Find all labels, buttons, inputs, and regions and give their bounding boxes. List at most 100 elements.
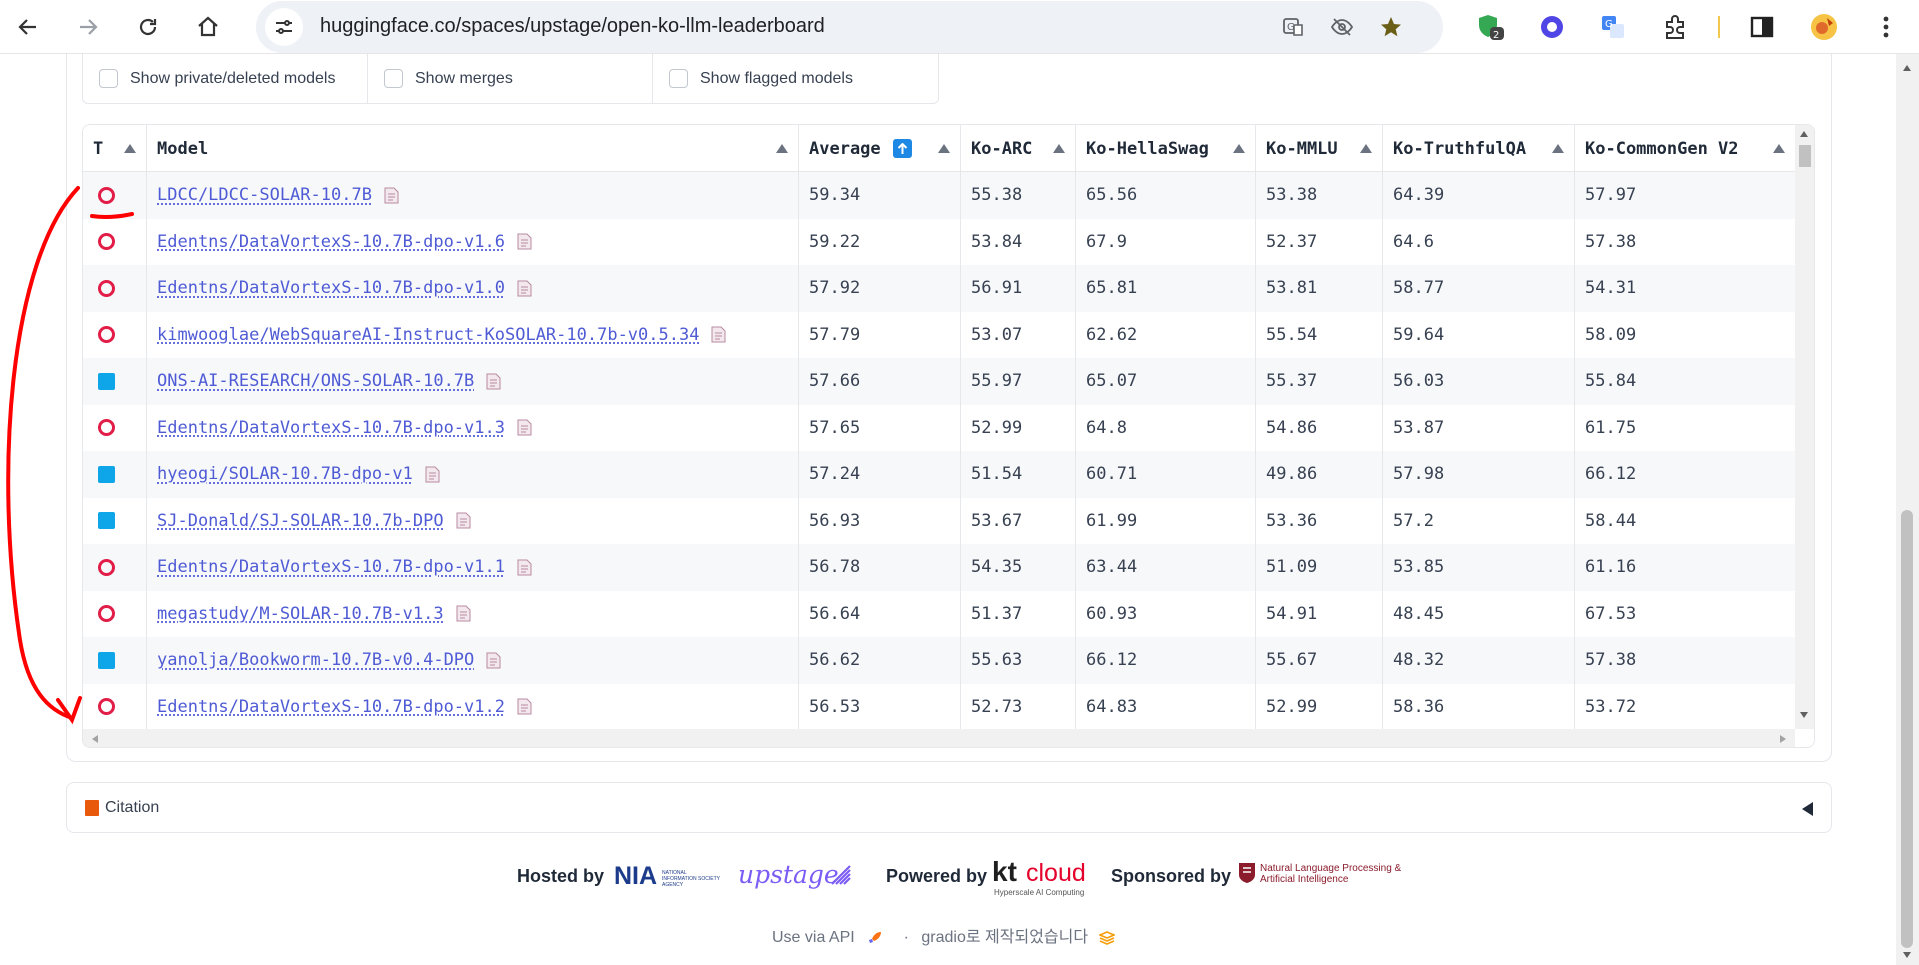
column-header-ko-commongen[interactable]: Ko-CommonGen V2 xyxy=(1575,125,1795,172)
cell-arc: 53.07 xyxy=(961,311,1076,358)
sort-arrow-icon[interactable] xyxy=(1552,144,1564,153)
model-details-icon[interactable] xyxy=(456,605,471,622)
cell-hellaswag: 61.99 xyxy=(1076,497,1256,544)
profile-avatar[interactable] xyxy=(1809,12,1839,42)
filter-label: Show flagged models xyxy=(700,69,853,87)
model-link[interactable]: SJ-Donald/SJ-SOLAR-10.7b-DPO xyxy=(157,511,444,531)
sorted-ascending-icon[interactable] xyxy=(892,139,912,158)
more-menu-icon[interactable] xyxy=(1871,12,1901,42)
sort-arrow-icon[interactable] xyxy=(124,144,136,153)
reload-button[interactable] xyxy=(130,9,166,45)
model-details-icon[interactable] xyxy=(517,419,532,436)
cell-commongen: 57.38 xyxy=(1585,650,1637,671)
model-link[interactable]: kimwooglae/WebSquareAI-Instruct-KoSOLAR-… xyxy=(157,325,699,345)
collapse-toggle-icon[interactable] xyxy=(1802,802,1813,816)
scroll-down-arrow-icon[interactable] xyxy=(1903,952,1911,958)
address-bar[interactable]: huggingface.co/spaces/upstage/open-ko-ll… xyxy=(256,1,1443,53)
model-details-icon[interactable] xyxy=(517,698,532,715)
back-button[interactable] xyxy=(10,9,46,45)
column-header-type[interactable]: T xyxy=(83,125,147,172)
model-details-icon[interactable] xyxy=(486,652,501,669)
model-link[interactable]: hyeogi/SOLAR-10.7B-dpo-v1 xyxy=(157,464,413,484)
upstage-logo: upstage xyxy=(738,860,839,889)
cell-model: Edentns/DataVortexS-10.7B-dpo-v1.2 xyxy=(147,683,799,730)
table-horizontal-scrollbar[interactable] xyxy=(83,729,1795,747)
column-header-ko-truthfulqa[interactable]: Ko-TruthfulQA xyxy=(1383,125,1575,172)
star-bookmark-icon[interactable] xyxy=(1378,14,1404,40)
scroll-right-arrow-icon[interactable] xyxy=(1780,735,1786,743)
cell-type xyxy=(83,172,147,219)
svg-text:2: 2 xyxy=(1493,30,1499,41)
cell-truthfulqa: 58.36 xyxy=(1383,683,1575,730)
table-scroll-thumb[interactable] xyxy=(1799,145,1811,167)
model-details-icon[interactable] xyxy=(517,280,532,297)
side-panel-icon[interactable] xyxy=(1747,12,1777,42)
forward-button[interactable] xyxy=(70,9,106,45)
model-link[interactable]: Edentns/DataVortexS-10.7B-dpo-v1.0 xyxy=(157,278,505,298)
cell-arc: 51.54 xyxy=(961,451,1076,498)
filter-merges[interactable]: Show merges xyxy=(367,54,653,104)
model-link[interactable]: megastudy/M-SOLAR-10.7B-v1.3 xyxy=(157,604,444,624)
model-link[interactable]: Edentns/DataVortexS-10.7B-dpo-v1.2 xyxy=(157,697,505,717)
scroll-up-arrow-icon[interactable] xyxy=(1903,65,1911,71)
model-details-icon[interactable] xyxy=(456,512,471,529)
scroll-left-arrow-icon[interactable] xyxy=(92,735,98,743)
citation-accordion[interactable]: Citation xyxy=(66,782,1832,833)
citation-label: Citation xyxy=(105,798,160,816)
model-link[interactable]: LDCC/LDCC-SOLAR-10.7B xyxy=(157,185,372,205)
model-details-icon[interactable] xyxy=(384,187,399,204)
cell-average: 57.92 xyxy=(799,265,961,312)
translate-icon[interactable]: G xyxy=(1280,14,1306,40)
table-body: LDCC/LDCC-SOLAR-10.7B 59.34 55.38 65.56 53.3… xyxy=(83,172,1795,730)
eye-off-icon[interactable] xyxy=(1329,14,1355,40)
use-via-api-link[interactable]: Use via API xyxy=(772,929,855,946)
extension-shield-icon[interactable]: 2 xyxy=(1476,12,1506,42)
home-button[interactable] xyxy=(190,9,226,45)
extension-blue-circle-icon[interactable] xyxy=(1537,12,1567,42)
scroll-up-arrow-icon[interactable] xyxy=(1800,131,1808,137)
cell-average: 56.78 xyxy=(799,544,961,591)
site-info-button[interactable] xyxy=(265,8,303,46)
model-link[interactable]: Edentns/DataVortexS-10.7B-dpo-v1.6 xyxy=(157,232,505,252)
table-row: Edentns/DataVortexS-10.7B-dpo-v1.0 57.92 5… xyxy=(83,265,1795,312)
checkbox[interactable] xyxy=(99,69,118,88)
url-text[interactable]: huggingface.co/spaces/upstage/open-ko-ll… xyxy=(320,15,825,38)
sort-arrow-icon[interactable] xyxy=(776,144,788,153)
sort-arrow-icon[interactable] xyxy=(1053,144,1065,153)
checkbox[interactable] xyxy=(384,69,403,88)
model-link[interactable]: Edentns/DataVortexS-10.7B-dpo-v1.1 xyxy=(157,557,505,577)
model-details-icon[interactable] xyxy=(711,326,726,343)
cell-mmlu: 54.86 xyxy=(1256,404,1383,451)
model-details-icon[interactable] xyxy=(486,373,501,390)
fine-tuned-circle-icon xyxy=(98,233,115,251)
sort-arrow-icon[interactable] xyxy=(1360,144,1372,153)
model-link[interactable]: yanolja/Bookworm-10.7B-v0.4-DPO xyxy=(157,650,474,670)
extension-translate-icon[interactable]: G xyxy=(1598,12,1628,42)
checkbox[interactable] xyxy=(669,69,688,88)
column-header-ko-mmlu[interactable]: Ko-MMLU xyxy=(1256,125,1383,172)
extensions-puzzle-icon[interactable] xyxy=(1660,12,1690,42)
filter-private-deleted[interactable]: Show private/deleted models xyxy=(82,54,368,104)
column-header-ko-hellaswag[interactable]: Ko-HellaSwag xyxy=(1076,125,1256,172)
built-with-gradio-link[interactable]: gradio로 제작되었습니다 xyxy=(921,929,1088,946)
filter-flagged[interactable]: Show flagged models xyxy=(652,54,939,104)
column-header-model[interactable]: Model xyxy=(147,125,799,172)
scroll-down-arrow-icon[interactable] xyxy=(1800,712,1808,718)
table-vertical-scrollbar[interactable] xyxy=(1795,125,1814,729)
model-details-icon[interactable] xyxy=(425,466,440,483)
sort-arrow-icon[interactable] xyxy=(1233,144,1245,153)
cell-average: 56.64 xyxy=(799,590,961,637)
cell-commongen: 57.97 xyxy=(1585,185,1637,206)
column-header-average[interactable]: Average xyxy=(799,125,961,172)
cell-mmlu: 53.38 xyxy=(1256,172,1383,219)
table-row: megastudy/M-SOLAR-10.7B-v1.3 56.64 51.37 60… xyxy=(83,590,1795,637)
sort-arrow-icon[interactable] xyxy=(938,144,950,153)
cell-truthfulqa: 48.32 xyxy=(1383,637,1575,684)
model-details-icon[interactable] xyxy=(517,559,532,576)
column-header-ko-arc[interactable]: Ko-ARC xyxy=(961,125,1076,172)
cell-type xyxy=(83,544,147,591)
model-link[interactable]: ONS-AI-RESEARCH/ONS-SOLAR-10.7B xyxy=(157,371,474,391)
model-link[interactable]: Edentns/DataVortexS-10.7B-dpo-v1.3 xyxy=(157,418,505,438)
sort-arrow-icon[interactable] xyxy=(1773,144,1785,153)
model-details-icon[interactable] xyxy=(517,233,532,250)
